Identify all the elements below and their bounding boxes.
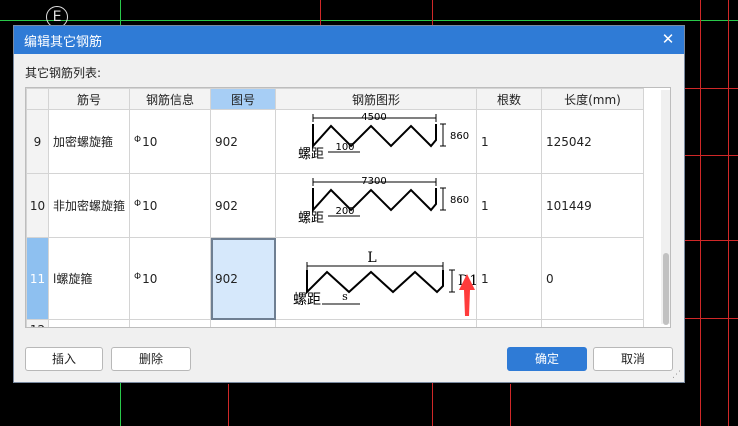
corner-cell bbox=[26, 88, 49, 110]
shape-pitch-value: 200 bbox=[335, 206, 354, 217]
cad-grid-line bbox=[510, 384, 511, 426]
count-cell[interactable]: 1 bbox=[476, 173, 542, 238]
vertical-scrollbar[interactable] bbox=[661, 90, 670, 325]
count-cell[interactable] bbox=[476, 319, 542, 327]
bar-info-cell[interactable]: Φ10 bbox=[129, 109, 211, 174]
shape-cell[interactable]: L D1 螺距 s bbox=[275, 237, 478, 320]
shape-length-label: 7300 bbox=[361, 176, 386, 187]
shape-height-label: 860 bbox=[450, 131, 469, 142]
spiral-stirrup-figure: 7300 860 螺距 200 bbox=[298, 176, 469, 226]
bar-info-cell[interactable]: Φ10 bbox=[129, 173, 211, 238]
spiral-stirrup-figure: 4500 860 螺距 100 bbox=[298, 112, 469, 162]
shape-cell[interactable] bbox=[275, 319, 477, 327]
row-number[interactable]: 12 bbox=[26, 319, 49, 327]
rebar-list-label: 其它钢筋列表: bbox=[25, 66, 102, 80]
cad-grid-line bbox=[685, 155, 738, 156]
bar-name-cell[interactable] bbox=[48, 319, 130, 327]
ok-button[interactable]: 确定 bbox=[507, 347, 587, 371]
dialog-title: 编辑其它钢筋 bbox=[24, 34, 103, 50]
rebar-grade-symbol: Φ bbox=[134, 134, 142, 145]
col-header-count[interactable]: 根数 bbox=[476, 88, 542, 110]
insert-button[interactable]: 插入 bbox=[25, 347, 103, 371]
cad-grid-line bbox=[685, 88, 738, 89]
bar-name-cell[interactable]: l螺旋箍 bbox=[48, 237, 130, 320]
table-row[interactable]: 12 bbox=[26, 319, 644, 327]
cad-grid-line bbox=[0, 20, 738, 21]
rebar-grade-symbol: Φ bbox=[134, 271, 142, 282]
bar-info-cell[interactable]: Φ10 bbox=[129, 237, 211, 320]
fig-no-cell-selected[interactable]: 902 bbox=[210, 237, 276, 320]
bar-name-cell[interactable]: 非加密螺旋箍 bbox=[48, 173, 130, 238]
fig-no-cell[interactable]: 902 bbox=[210, 173, 276, 238]
cad-grid-line bbox=[228, 384, 229, 426]
count-cell[interactable]: 1 bbox=[476, 237, 542, 320]
shape-cell[interactable]: 7300 860 螺距 200 bbox=[275, 173, 477, 238]
length-cell[interactable]: 101449 bbox=[541, 173, 644, 238]
bar-name-cell[interactable]: 加密螺旋箍 bbox=[48, 109, 130, 174]
count-cell[interactable]: 1 bbox=[476, 109, 542, 174]
col-header-shape[interactable]: 钢筋图形 bbox=[275, 88, 477, 110]
close-icon[interactable]: ✕ bbox=[660, 31, 676, 47]
scrollbar-thumb[interactable] bbox=[663, 253, 669, 325]
table-row[interactable]: 11 l螺旋箍 Φ10 902 L D1 螺距 s bbox=[26, 237, 644, 320]
shape-length-label: L bbox=[367, 250, 376, 266]
cad-grid-line bbox=[728, 0, 729, 426]
row-number[interactable]: 9 bbox=[26, 109, 49, 174]
table-row[interactable]: 9 加密螺旋箍 Φ10 902 4500 860 螺距 100 1 125042 bbox=[26, 109, 644, 174]
table-row[interactable]: 10 非加密螺旋箍 Φ10 902 7300 860 螺距 200 1 1014… bbox=[26, 173, 644, 238]
delete-button[interactable]: 删除 bbox=[111, 347, 191, 371]
fig-no-cell[interactable] bbox=[210, 319, 276, 327]
table-header-row: 筋号 钢筋信息 图号 钢筋图形 根数 长度(mm) bbox=[26, 88, 644, 110]
col-header-bar-no[interactable]: 筋号 bbox=[48, 88, 130, 110]
bar-diameter: 10 bbox=[142, 271, 158, 286]
edit-other-rebar-dialog: 编辑其它钢筋 ✕ 其它钢筋列表: 筋号 钢筋信息 图号 钢筋图形 根数 长度(m… bbox=[13, 25, 685, 383]
shape-pitch-value: s bbox=[342, 290, 348, 303]
shape-pitch-value: 100 bbox=[335, 142, 354, 153]
row-number[interactable]: 10 bbox=[26, 173, 49, 238]
cad-grid-line bbox=[700, 0, 701, 426]
fig-no-cell[interactable]: 902 bbox=[210, 109, 276, 174]
length-cell[interactable]: 125042 bbox=[541, 109, 644, 174]
length-cell[interactable]: 0 bbox=[541, 237, 644, 320]
row-number[interactable]: 11 bbox=[26, 237, 49, 320]
shape-pitch-label: 螺距 bbox=[293, 292, 321, 308]
rebar-table: 筋号 钢筋信息 图号 钢筋图形 根数 长度(mm) 9 加密螺旋箍 Φ10 90… bbox=[25, 87, 671, 328]
shape-pitch-label: 螺距 bbox=[298, 211, 324, 226]
shape-cell[interactable]: 4500 860 螺距 100 bbox=[275, 109, 477, 174]
cad-grid-line bbox=[685, 318, 738, 319]
bar-info-cell[interactable] bbox=[129, 319, 211, 327]
col-header-fig-no[interactable]: 图号 bbox=[210, 88, 276, 110]
bar-diameter: 10 bbox=[142, 198, 158, 213]
shape-height-label: 860 bbox=[450, 195, 469, 206]
col-header-length[interactable]: 长度(mm) bbox=[541, 88, 644, 110]
shape-pitch-label: 螺距 bbox=[298, 147, 324, 162]
cad-grid-line bbox=[320, 0, 321, 25]
spiral-stirrup-figure: L D1 螺距 s bbox=[293, 250, 478, 308]
cad-grid-line bbox=[685, 240, 738, 241]
rebar-grade-symbol: Φ bbox=[134, 198, 142, 209]
annotation-arrow-icon bbox=[459, 274, 475, 316]
bar-diameter: 10 bbox=[142, 134, 158, 149]
col-header-bar-info[interactable]: 钢筋信息 bbox=[129, 88, 211, 110]
shape-length-label: 4500 bbox=[361, 112, 386, 123]
dialog-titlebar[interactable]: 编辑其它钢筋 ✕ bbox=[14, 26, 684, 54]
cancel-button[interactable]: 取消 bbox=[593, 347, 673, 371]
length-cell[interactable] bbox=[541, 319, 644, 327]
resize-grip-icon[interactable]: ⋰ bbox=[672, 370, 682, 380]
